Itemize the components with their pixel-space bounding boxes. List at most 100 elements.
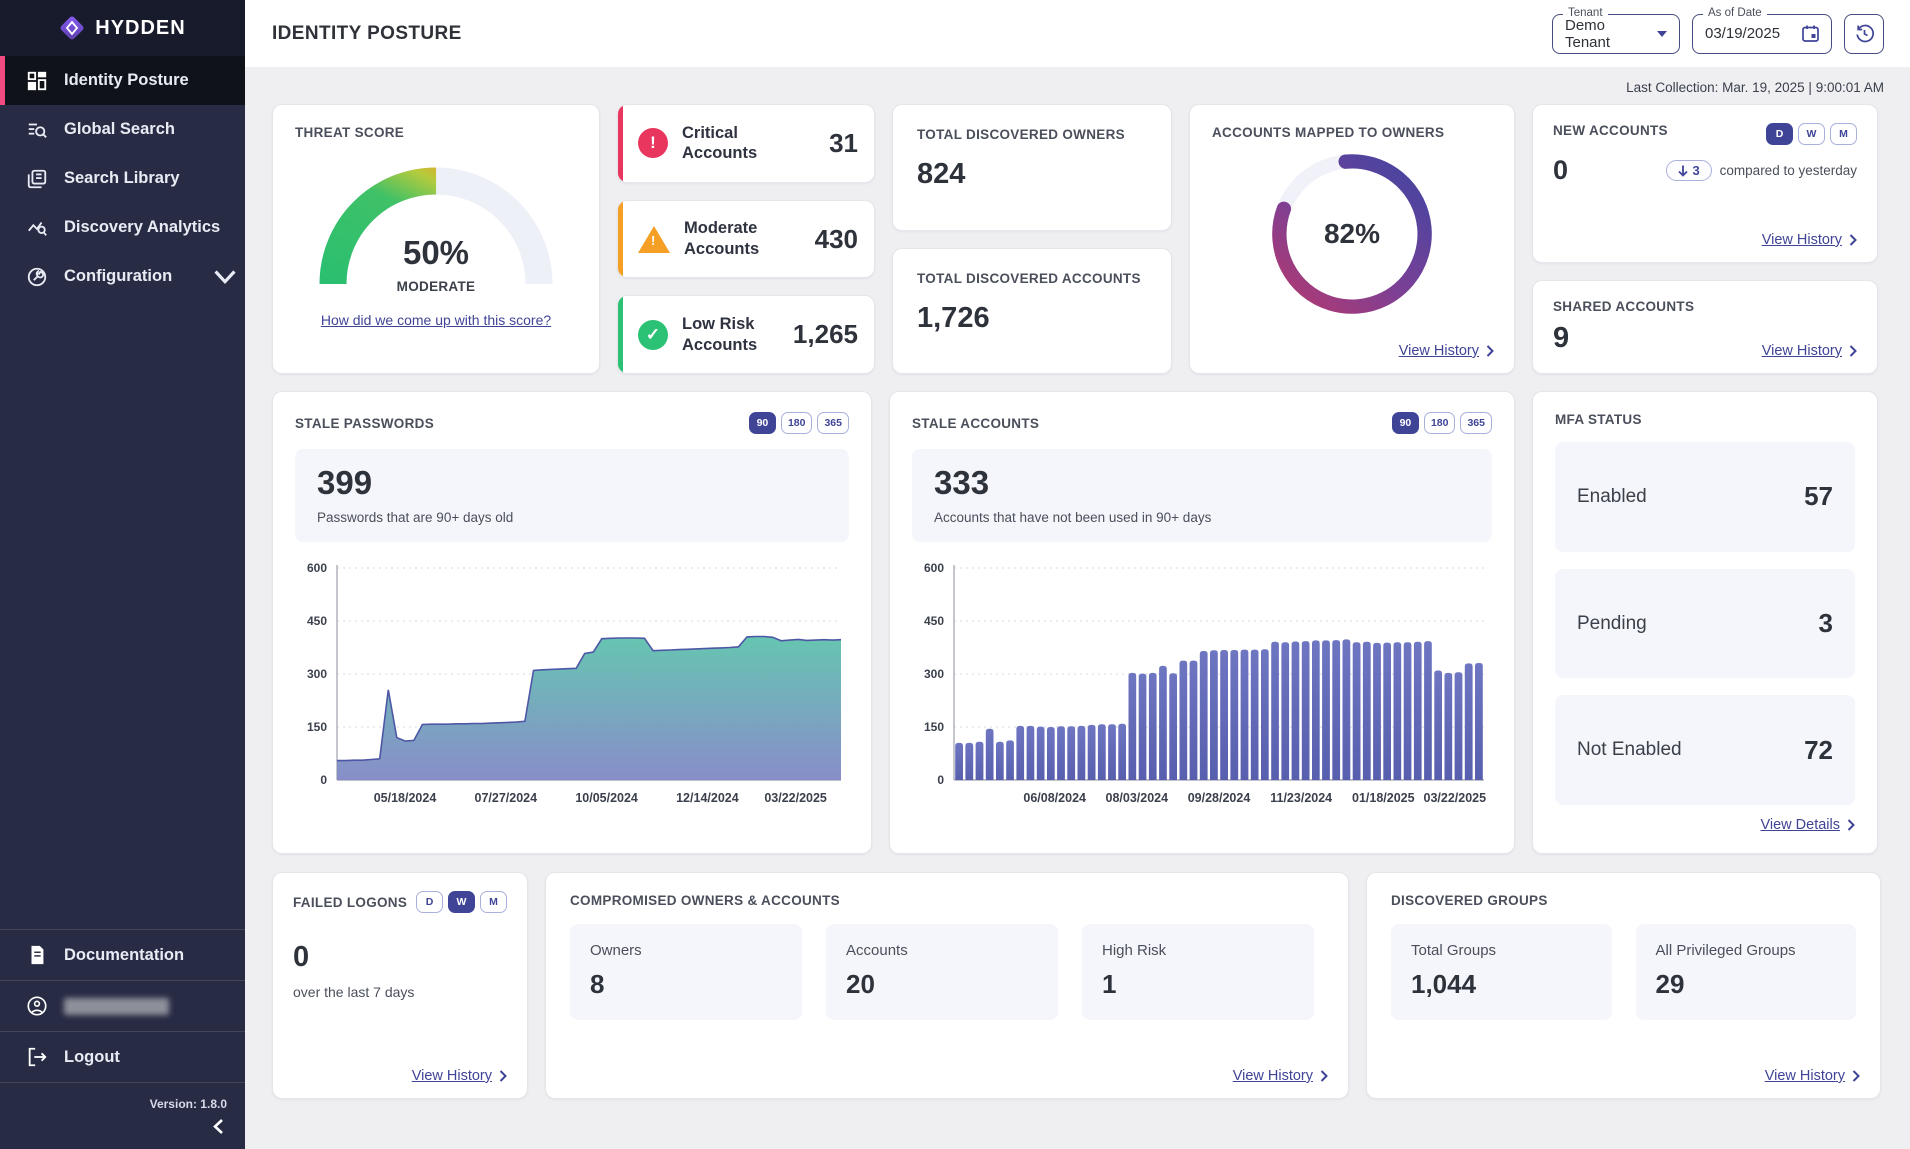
configuration-icon bbox=[26, 266, 48, 288]
history-icon bbox=[1855, 24, 1874, 43]
sidebar-item-label: Discovery Analytics bbox=[64, 218, 220, 237]
sidebar-item-logout[interactable]: Logout bbox=[0, 1032, 245, 1083]
analytics-icon bbox=[26, 217, 48, 239]
view-details-link[interactable]: View Details bbox=[1555, 817, 1855, 833]
failed-logons-subtitle: over the last 7 days bbox=[293, 984, 507, 1000]
toggle-365[interactable]: 365 bbox=[817, 412, 849, 434]
svg-text:09/28/2024: 09/28/2024 bbox=[1188, 791, 1251, 805]
mfa-not-enabled-row: Not Enabled 72 bbox=[1555, 695, 1855, 805]
sidebar-item-label: Documentation bbox=[64, 946, 184, 965]
svg-text:06/08/2024: 06/08/2024 bbox=[1023, 791, 1086, 805]
toggle-month[interactable]: M bbox=[1830, 123, 1857, 145]
stale-accounts-value: 333 bbox=[934, 464, 1470, 502]
moderate-accounts-card[interactable]: Moderate Accounts 430 bbox=[617, 200, 875, 279]
tenant-select[interactable]: Tenant Demo Tenant bbox=[1552, 14, 1680, 54]
days-toggle-group: 90 180 365 bbox=[749, 412, 849, 434]
toggle-week[interactable]: W bbox=[448, 891, 475, 913]
mfa-status-card: MFA STATUS Enabled 57 Pending 3 Not Enab… bbox=[1532, 391, 1878, 854]
stale-passwords-card: STALE PASSWORDS 90 180 365 399 Passwords… bbox=[272, 391, 872, 854]
collapse-chevron-icon bbox=[212, 1119, 225, 1134]
low-risk-accounts-card[interactable]: ✓ Low Risk Accounts 1,265 bbox=[617, 295, 875, 374]
toggle-365[interactable]: 365 bbox=[1460, 412, 1492, 434]
sidebar-item-configuration[interactable]: Configuration bbox=[0, 252, 245, 301]
sidebar-item-identity-posture[interactable]: Identity Posture bbox=[0, 56, 245, 105]
discovered-groups-card: DISCOVERED GROUPS Total Groups 1,044 All… bbox=[1366, 872, 1881, 1099]
card-title: DISCOVERED GROUPS bbox=[1391, 893, 1856, 908]
arrow-down-icon bbox=[1678, 165, 1688, 177]
logo-text: HYDDEN bbox=[95, 17, 185, 40]
stale-accounts-stat: 333 Accounts that have not been used in … bbox=[912, 449, 1492, 542]
page-title: IDENTITY POSTURE bbox=[272, 23, 462, 45]
view-history-link[interactable]: View History bbox=[1765, 1068, 1860, 1084]
svg-text:600: 600 bbox=[924, 561, 944, 575]
sidebar-item-label: Logout bbox=[64, 1048, 120, 1067]
svg-text:450: 450 bbox=[924, 614, 944, 628]
risk-card-label: Low Risk Accounts bbox=[682, 314, 779, 355]
svg-text:05/18/2024: 05/18/2024 bbox=[374, 791, 437, 805]
sidebar-item-documentation[interactable]: Documentation bbox=[0, 930, 245, 981]
dashboard-content: Last Collection: Mar. 19, 2025 | 9:00:01… bbox=[245, 67, 1910, 1099]
view-history-link[interactable]: View History bbox=[1233, 1068, 1328, 1084]
score-explainer-link[interactable]: How did we come up with this score? bbox=[295, 312, 577, 328]
critical-accounts-card[interactable]: ! Critical Accounts 31 bbox=[617, 104, 875, 183]
chevron-right-icon bbox=[1849, 234, 1857, 246]
document-icon bbox=[26, 944, 48, 966]
card-title: COMPROMISED OWNERS & ACCOUNTS bbox=[570, 893, 1324, 908]
stale-accounts-description: Accounts that have not been used in 90+ … bbox=[934, 510, 1470, 525]
card-title: NEW ACCOUNTS bbox=[1553, 123, 1668, 138]
chevron-right-icon bbox=[499, 1070, 507, 1082]
chevron-right-icon bbox=[1486, 345, 1494, 357]
toggle-month[interactable]: M bbox=[480, 891, 507, 913]
total-accounts-value: 1,726 bbox=[917, 302, 1147, 335]
warning-triangle-icon bbox=[638, 226, 670, 253]
sidebar-bottom: Documentation Logout Version: 1.8.0 bbox=[0, 929, 245, 1149]
toggle-90[interactable]: 90 bbox=[749, 412, 776, 434]
as-of-date-input[interactable]: As of Date 03/19/2025 bbox=[1692, 14, 1832, 54]
stale-passwords-stat: 399 Passwords that are 90+ days old bbox=[295, 449, 849, 542]
toggle-180[interactable]: 180 bbox=[1424, 412, 1456, 434]
library-icon bbox=[26, 168, 48, 190]
mapped-donut-chart: 82% bbox=[1266, 148, 1438, 320]
sidebar-item-search-library[interactable]: Search Library bbox=[0, 154, 245, 203]
svg-text:07/27/2024: 07/27/2024 bbox=[475, 791, 538, 805]
calendar-icon[interactable] bbox=[1802, 25, 1819, 42]
svg-text:01/18/2025: 01/18/2025 bbox=[1352, 791, 1415, 805]
version-label: Version: 1.8.0 bbox=[0, 1083, 245, 1115]
view-history-link[interactable]: View History bbox=[1762, 232, 1857, 248]
toggle-180[interactable]: 180 bbox=[781, 412, 813, 434]
user-name-redacted bbox=[64, 998, 169, 1015]
sidebar-collapse-button[interactable] bbox=[0, 1115, 245, 1149]
toggle-day[interactable]: D bbox=[416, 891, 443, 913]
sidebar-item-label: Configuration bbox=[64, 267, 172, 286]
total-discovered-accounts-card: TOTAL DISCOVERED ACCOUNTS 1,726 bbox=[892, 248, 1172, 375]
view-history-link[interactable]: View History bbox=[1762, 343, 1857, 359]
toggle-week[interactable]: W bbox=[1798, 123, 1825, 145]
new-accounts-card: NEW ACCOUNTS D W M 0 bbox=[1532, 104, 1878, 263]
days-toggle-group: 90 180 365 bbox=[1392, 412, 1492, 434]
svg-text:150: 150 bbox=[924, 720, 944, 734]
mfa-pending-row: Pending 3 bbox=[1555, 569, 1855, 679]
view-history-link[interactable]: View History bbox=[412, 1068, 507, 1084]
history-button[interactable] bbox=[1844, 14, 1884, 54]
failed-logons-card: FAILED LOGONS D W M 0 over the last 7 da… bbox=[272, 872, 528, 1099]
chevron-down-icon bbox=[1657, 31, 1667, 37]
risk-card-value: 430 bbox=[815, 224, 858, 255]
svg-text:300: 300 bbox=[924, 667, 944, 681]
risk-cards: ! Critical Accounts 31 Moderate Accounts… bbox=[617, 104, 875, 374]
card-title: ACCOUNTS MAPPED TO OWNERS bbox=[1212, 125, 1492, 140]
chevron-right-icon bbox=[1320, 1070, 1328, 1082]
threat-score-gauge: 50% MODERATE bbox=[311, 152, 561, 298]
sidebar-item-discovery-analytics[interactable]: Discovery Analytics bbox=[0, 203, 245, 252]
view-history-link[interactable]: View History bbox=[1399, 343, 1494, 359]
chevron-right-icon bbox=[1847, 819, 1855, 831]
toggle-90[interactable]: 90 bbox=[1392, 412, 1419, 434]
toggle-day[interactable]: D bbox=[1766, 123, 1793, 145]
svg-text:0: 0 bbox=[937, 773, 944, 787]
error-circle-icon: ! bbox=[638, 128, 668, 158]
sidebar-item-user[interactable] bbox=[0, 981, 245, 1032]
total-discovered-owners-card: TOTAL DISCOVERED OWNERS 824 bbox=[892, 104, 1172, 231]
risk-card-label: Critical Accounts bbox=[682, 123, 815, 164]
sidebar-item-global-search[interactable]: Global Search bbox=[0, 105, 245, 154]
user-circle-icon bbox=[26, 995, 48, 1017]
mapped-percentage: 82% bbox=[1266, 148, 1438, 320]
